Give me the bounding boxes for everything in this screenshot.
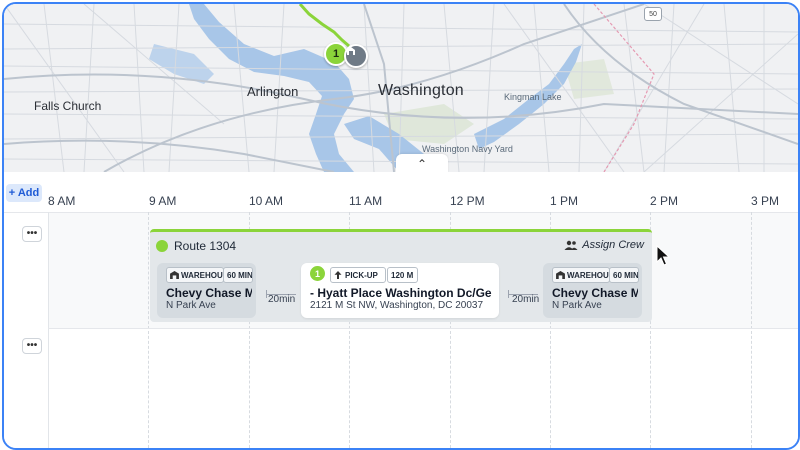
hour-label: 3 PM: [751, 194, 780, 208]
route-block[interactable]: Route 1304 Assign Crew WAREHOUSE 60 MIN …: [150, 229, 652, 322]
route-color-dot: [156, 240, 168, 252]
stop-card-warehouse-end[interactable]: WAREHOUSE 60 MIN Chevy Chase M N Park Av…: [543, 263, 642, 318]
schedule-timeline: + Add 8 AM 9 AM 10 AM 11 AM 12 PM 1 PM 2…: [4, 172, 798, 448]
hour-label: 1 PM: [550, 194, 579, 208]
grid-line: [751, 212, 752, 448]
map-label-arlington: Arlington: [247, 84, 299, 99]
hour-label: 8 AM: [48, 194, 76, 208]
empty-row-menu-button[interactable]: •••: [22, 338, 42, 354]
stop-type-chip: WAREHOUSE: [166, 267, 224, 283]
map-label-falls-church: Falls Church: [34, 99, 102, 113]
assign-crew-label: Assign Crew: [582, 239, 644, 251]
route-row-menu-button[interactable]: •••: [22, 226, 42, 242]
road-shield: 50: [644, 7, 662, 21]
hour-label: 11 AM: [349, 194, 383, 208]
grid-line: [148, 212, 149, 448]
grid-line: [48, 212, 49, 448]
stop-duration-chip: 60 MIN: [609, 267, 639, 283]
stop-number-badge: 1: [310, 266, 325, 281]
route-name: Route 1304: [174, 239, 237, 253]
crew-icon: [564, 240, 578, 250]
hour-label: 12 PM: [450, 194, 485, 208]
travel-time: 20min: [268, 294, 296, 305]
stop-duration-chip: 120 M: [387, 267, 418, 283]
stop-address: N Park Ave: [166, 300, 216, 311]
stop-address: 2121 M St NW, Washington, DC 20037: [310, 300, 484, 311]
stop-title: - Hyatt Place Washington Dc/Georgetown: [310, 286, 492, 300]
stop-type-chip: PICK-UP: [330, 267, 386, 283]
route-map[interactable]: Falls Church Arlington Washington Kingma…: [4, 4, 798, 172]
warehouse-icon: [170, 271, 179, 279]
mouse-cursor-icon: [656, 245, 670, 266]
stop-card-pickup[interactable]: 1 PICK-UP 120 M - Hyatt Place Washington…: [301, 263, 499, 318]
map-label-washington: Washington: [378, 82, 464, 99]
map-label-kingman-lake: Kingman Lake: [504, 92, 562, 102]
arrow-up-icon: [334, 271, 342, 279]
stop-duration-chip: 60 MIN: [223, 267, 253, 283]
row-divider: [48, 328, 798, 329]
stop-title: Chevy Chase M: [552, 286, 638, 300]
map-warehouse-marker[interactable]: [344, 44, 368, 68]
stop-address: N Park Ave: [552, 300, 602, 311]
chevron-up-icon: ⌃: [416, 157, 428, 171]
assign-crew-button[interactable]: Assign Crew: [564, 239, 644, 251]
hour-label: 10 AM: [249, 194, 284, 208]
stop-title: Chevy Chase M: [166, 286, 252, 300]
travel-time: 20min: [512, 294, 540, 305]
add-button[interactable]: + Add: [6, 184, 42, 202]
warehouse-icon: [556, 271, 565, 279]
stop-card-warehouse-start[interactable]: WAREHOUSE 60 MIN Chevy Chase M N Park Av…: [157, 263, 256, 318]
warehouse-icon: [347, 47, 355, 55]
hour-label: 9 AM: [149, 194, 177, 208]
hour-label: 2 PM: [650, 194, 679, 208]
stop-type-chip: WAREHOUSE: [552, 267, 610, 283]
map-label-navy-yard: Washington Navy Yard: [422, 144, 513, 154]
app-frame: Falls Church Arlington Washington Kingma…: [2, 2, 800, 450]
hour-header: + Add 8 AM 9 AM 10 AM 11 AM 12 PM 1 PM 2…: [4, 172, 798, 213]
collapse-map-button[interactable]: ⌃: [396, 154, 448, 172]
